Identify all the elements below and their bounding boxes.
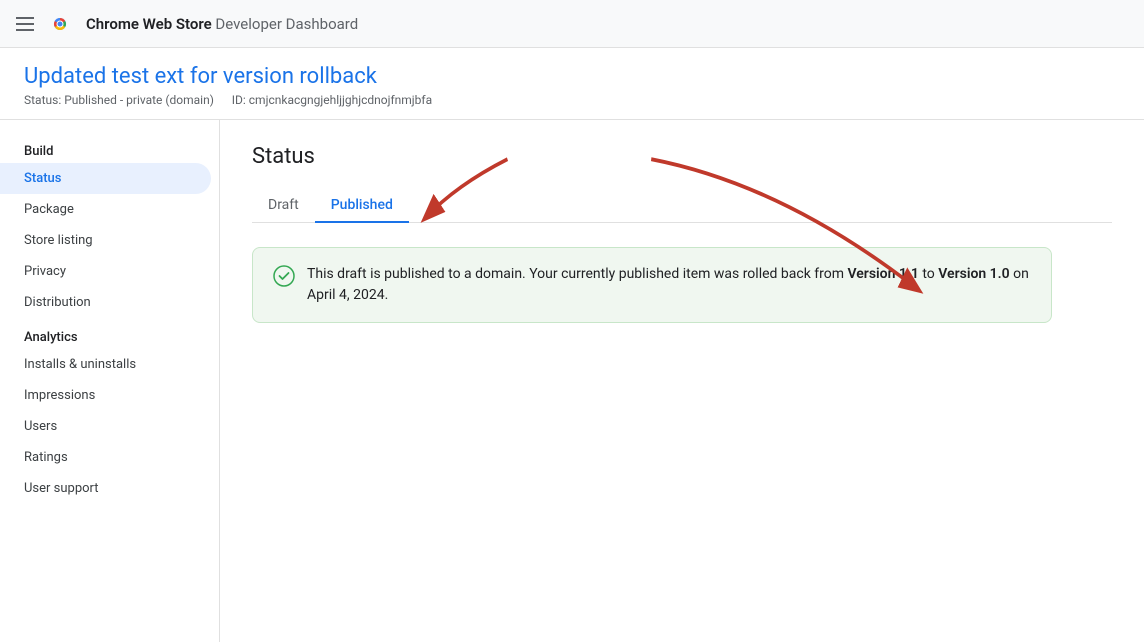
status-text: Status: Published - private (domain) xyxy=(24,93,214,107)
page-subtitle: Status: Published - private (domain) ID:… xyxy=(24,93,1120,119)
page-header: Updated test ext for version rollback St… xyxy=(0,48,1144,120)
tabs-container: Draft Published xyxy=(252,189,1112,223)
analytics-section-label: Analytics xyxy=(0,318,219,349)
main-content: Status Draft Published This draft is pub… xyxy=(220,120,1144,642)
chrome-logo xyxy=(46,10,74,38)
tab-draft[interactable]: Draft xyxy=(252,189,315,223)
sidebar-item-ratings[interactable]: Ratings xyxy=(0,442,211,473)
sidebar-item-store-listing[interactable]: Store listing xyxy=(0,225,211,256)
sidebar-item-package[interactable]: Package xyxy=(0,194,211,225)
sidebar-item-distribution[interactable]: Distribution xyxy=(0,287,211,318)
sidebar: Build Status Package Store listing Priva… xyxy=(0,120,220,642)
check-circle-icon xyxy=(273,265,295,292)
menu-icon[interactable] xyxy=(16,17,34,31)
extension-id: ID: cmjcnkacgngjehljjghjcdnojfnmjbfa xyxy=(232,93,432,107)
layout: Build Status Package Store listing Priva… xyxy=(0,120,1144,642)
sidebar-item-impressions[interactable]: Impressions xyxy=(0,380,211,411)
page-title: Updated test ext for version rollback xyxy=(24,64,1120,89)
topbar-title: Chrome Web Store Developer Dashboard xyxy=(86,15,358,33)
sidebar-item-privacy[interactable]: Privacy xyxy=(0,256,211,287)
sidebar-item-users[interactable]: Users xyxy=(0,411,211,442)
sidebar-item-installs[interactable]: Installs & uninstalls xyxy=(0,349,211,380)
build-section-label: Build xyxy=(0,136,219,163)
status-message-box: This draft is published to a domain. You… xyxy=(252,247,1052,323)
sidebar-item-user-support[interactable]: User support xyxy=(0,473,211,504)
status-section-title: Status xyxy=(252,144,1112,169)
status-message-text: This draft is published to a domain. You… xyxy=(307,264,1031,306)
topbar: Chrome Web Store Developer Dashboard xyxy=(0,0,1144,48)
tab-published[interactable]: Published xyxy=(315,189,409,223)
sidebar-item-status[interactable]: Status xyxy=(0,163,211,194)
